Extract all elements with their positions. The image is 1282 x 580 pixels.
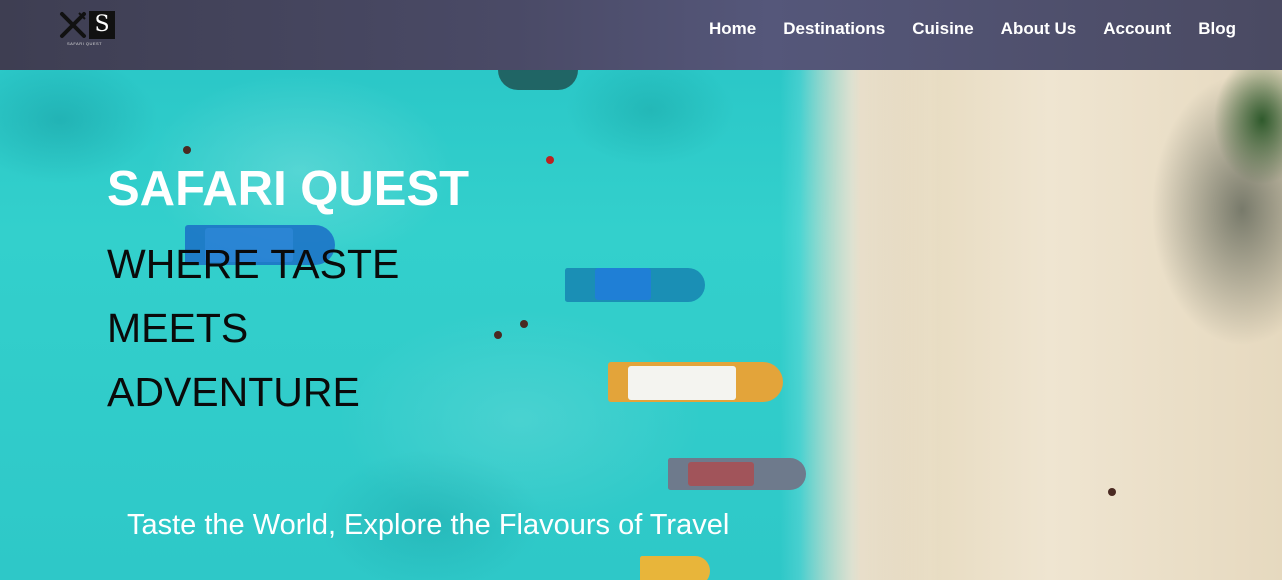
logo-tagline: SAFARI QUEST	[67, 41, 103, 46]
boat	[608, 362, 783, 402]
nav-destinations[interactable]: Destinations	[783, 19, 885, 39]
nav-account[interactable]: Account	[1103, 19, 1171, 39]
trees	[1202, 60, 1282, 200]
hero-tagline: WHERE TASTE MEETS ADVENTURE	[107, 241, 400, 415]
boat	[668, 458, 806, 490]
site-logo[interactable]: S SAFARI QUEST	[59, 11, 117, 46]
swimmer	[494, 331, 502, 339]
swimmer	[183, 146, 191, 154]
navbar: S SAFARI QUEST Home Destinations Cuisine…	[0, 0, 1282, 70]
main-nav: Home Destinations Cuisine About Us Accou…	[682, 19, 1236, 39]
beach-walker	[1108, 488, 1116, 496]
fork-knife-icon	[60, 12, 86, 38]
nav-about-us[interactable]: About Us	[1001, 19, 1077, 39]
nav-cuisine[interactable]: Cuisine	[912, 19, 973, 39]
logo-letter: S	[89, 11, 115, 39]
hero-title: SAFARI QUEST	[107, 162, 470, 216]
nav-blog[interactable]: Blog	[1198, 19, 1236, 39]
page: S SAFARI QUEST Home Destinations Cuisine…	[0, 0, 1282, 580]
boat	[640, 556, 710, 580]
swimmer	[520, 320, 528, 328]
boat	[565, 268, 705, 302]
nav-home[interactable]: Home	[709, 19, 756, 39]
hero-subtitle: Taste the World, Explore the Flavours of…	[127, 509, 730, 541]
swimmer	[546, 156, 554, 164]
